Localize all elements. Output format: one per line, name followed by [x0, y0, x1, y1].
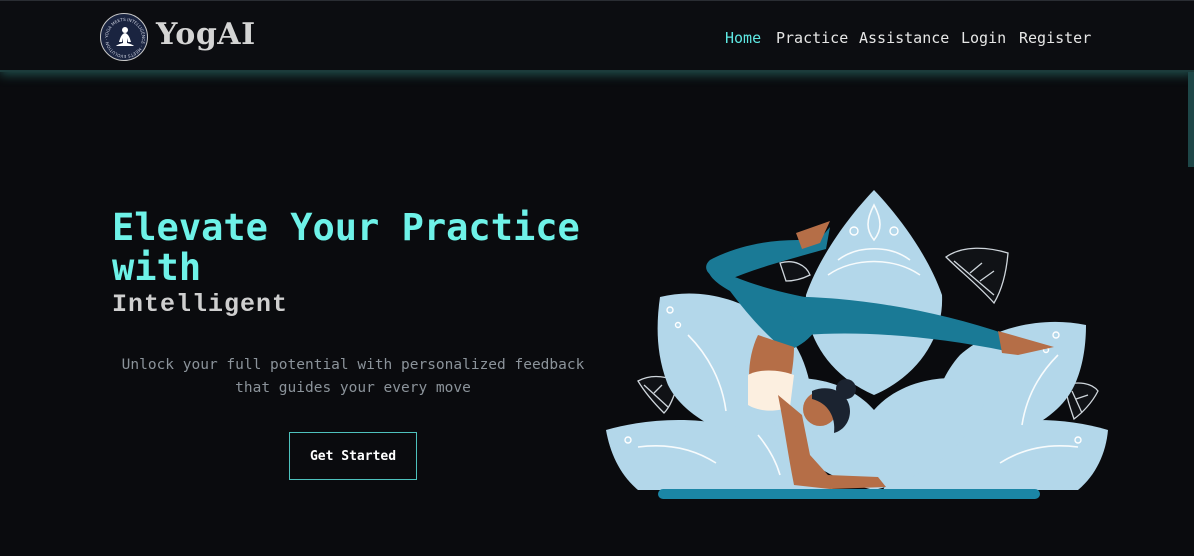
- top-navbar: YOGA MEETS INTELLIGENCE · MEETS EVOLUTIO…: [0, 0, 1194, 72]
- get-started-button[interactable]: Get Started: [289, 432, 417, 480]
- meditating-figure-icon: YOGA MEETS INTELLIGENCE · MEETS EVOLUTIO…: [104, 17, 146, 59]
- nav-register[interactable]: Register: [1019, 29, 1091, 47]
- hero-subtitle: Intelligent: [112, 290, 289, 319]
- yoga-mat: [658, 489, 1040, 499]
- hero-description: Unlock your full potential with personal…: [121, 357, 585, 396]
- nav-assistance[interactable]: Assistance: [859, 29, 949, 47]
- nav-home[interactable]: Home: [725, 29, 761, 47]
- brand-name[interactable]: YogAI: [156, 17, 256, 52]
- hero-title: Elevate Your Practice with: [112, 206, 580, 289]
- scrollbar-thumb[interactable]: [1188, 72, 1194, 167]
- logo-badge[interactable]: YOGA MEETS INTELLIGENCE · MEETS EVOLUTIO…: [100, 13, 148, 61]
- nav-login[interactable]: Login: [961, 29, 1006, 47]
- nav-practice[interactable]: Practice: [776, 29, 848, 47]
- lotus-flower-illustration: [606, 190, 1108, 490]
- yoga-pose-illustration: [606, 190, 1108, 499]
